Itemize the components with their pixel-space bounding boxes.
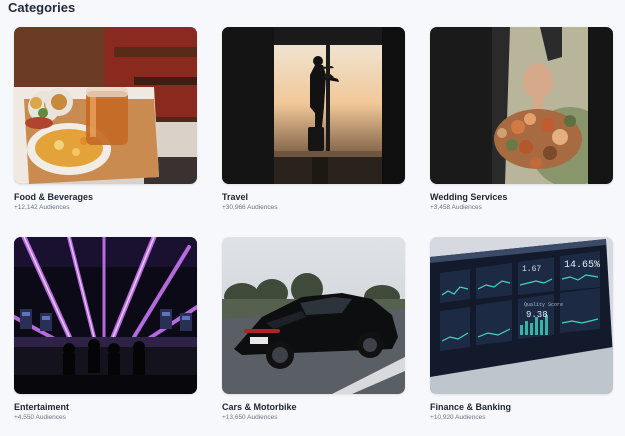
category-audience: +30,966 Audiences	[222, 204, 278, 211]
category-card-cars[interactable]: Cars & Motorbike +13,650 Audiences	[222, 237, 405, 421]
category-audience: +4,550 Audiences	[14, 414, 66, 421]
category-card-entertainment[interactable]: Entertaiment +4,550 Audiences	[14, 237, 197, 421]
category-title[interactable]: Travel	[222, 192, 405, 202]
travel-photo[interactable]	[222, 27, 405, 184]
category-card-wedding[interactable]: Wedding Services +3,458 Audiences	[430, 27, 613, 211]
category-audience: +12,142 Audiences	[14, 204, 70, 211]
quality-label: Quality Score	[524, 302, 563, 308]
category-audience: +13,650 Audiences	[222, 414, 278, 421]
category-title[interactable]: Entertaiment	[14, 402, 197, 412]
category-title[interactable]: Wedding Services	[430, 192, 613, 202]
finance-photo[interactable]: 14.65% 1.67 Quality Score 9.38	[430, 237, 613, 394]
quality-value: 9.38	[526, 310, 548, 320]
category-card-finance[interactable]: 14.65% 1.67 Quality Score 9.38 Finance &…	[430, 237, 613, 421]
finance-stat-main: 14.65%	[564, 260, 600, 271]
category-title[interactable]: Cars & Motorbike	[222, 402, 405, 412]
category-title[interactable]: Food & Beverages	[14, 192, 197, 202]
category-card-travel[interactable]: Travel +30,966 Audiences	[222, 27, 405, 211]
finance-stat-small: 1.67	[522, 265, 541, 274]
category-title[interactable]: Finance & Banking	[430, 402, 613, 412]
category-card-food[interactable]: Food & Beverages +12,142 Audiences	[14, 27, 197, 211]
car-photo[interactable]	[222, 237, 405, 394]
food-photo[interactable]	[14, 27, 197, 184]
section-title: Categories	[8, 0, 76, 15]
concert-photo[interactable]	[14, 237, 197, 394]
category-audience: +10,920 Audiences	[430, 414, 486, 421]
wedding-photo[interactable]	[430, 27, 613, 184]
category-audience: +3,458 Audiences	[430, 204, 482, 211]
